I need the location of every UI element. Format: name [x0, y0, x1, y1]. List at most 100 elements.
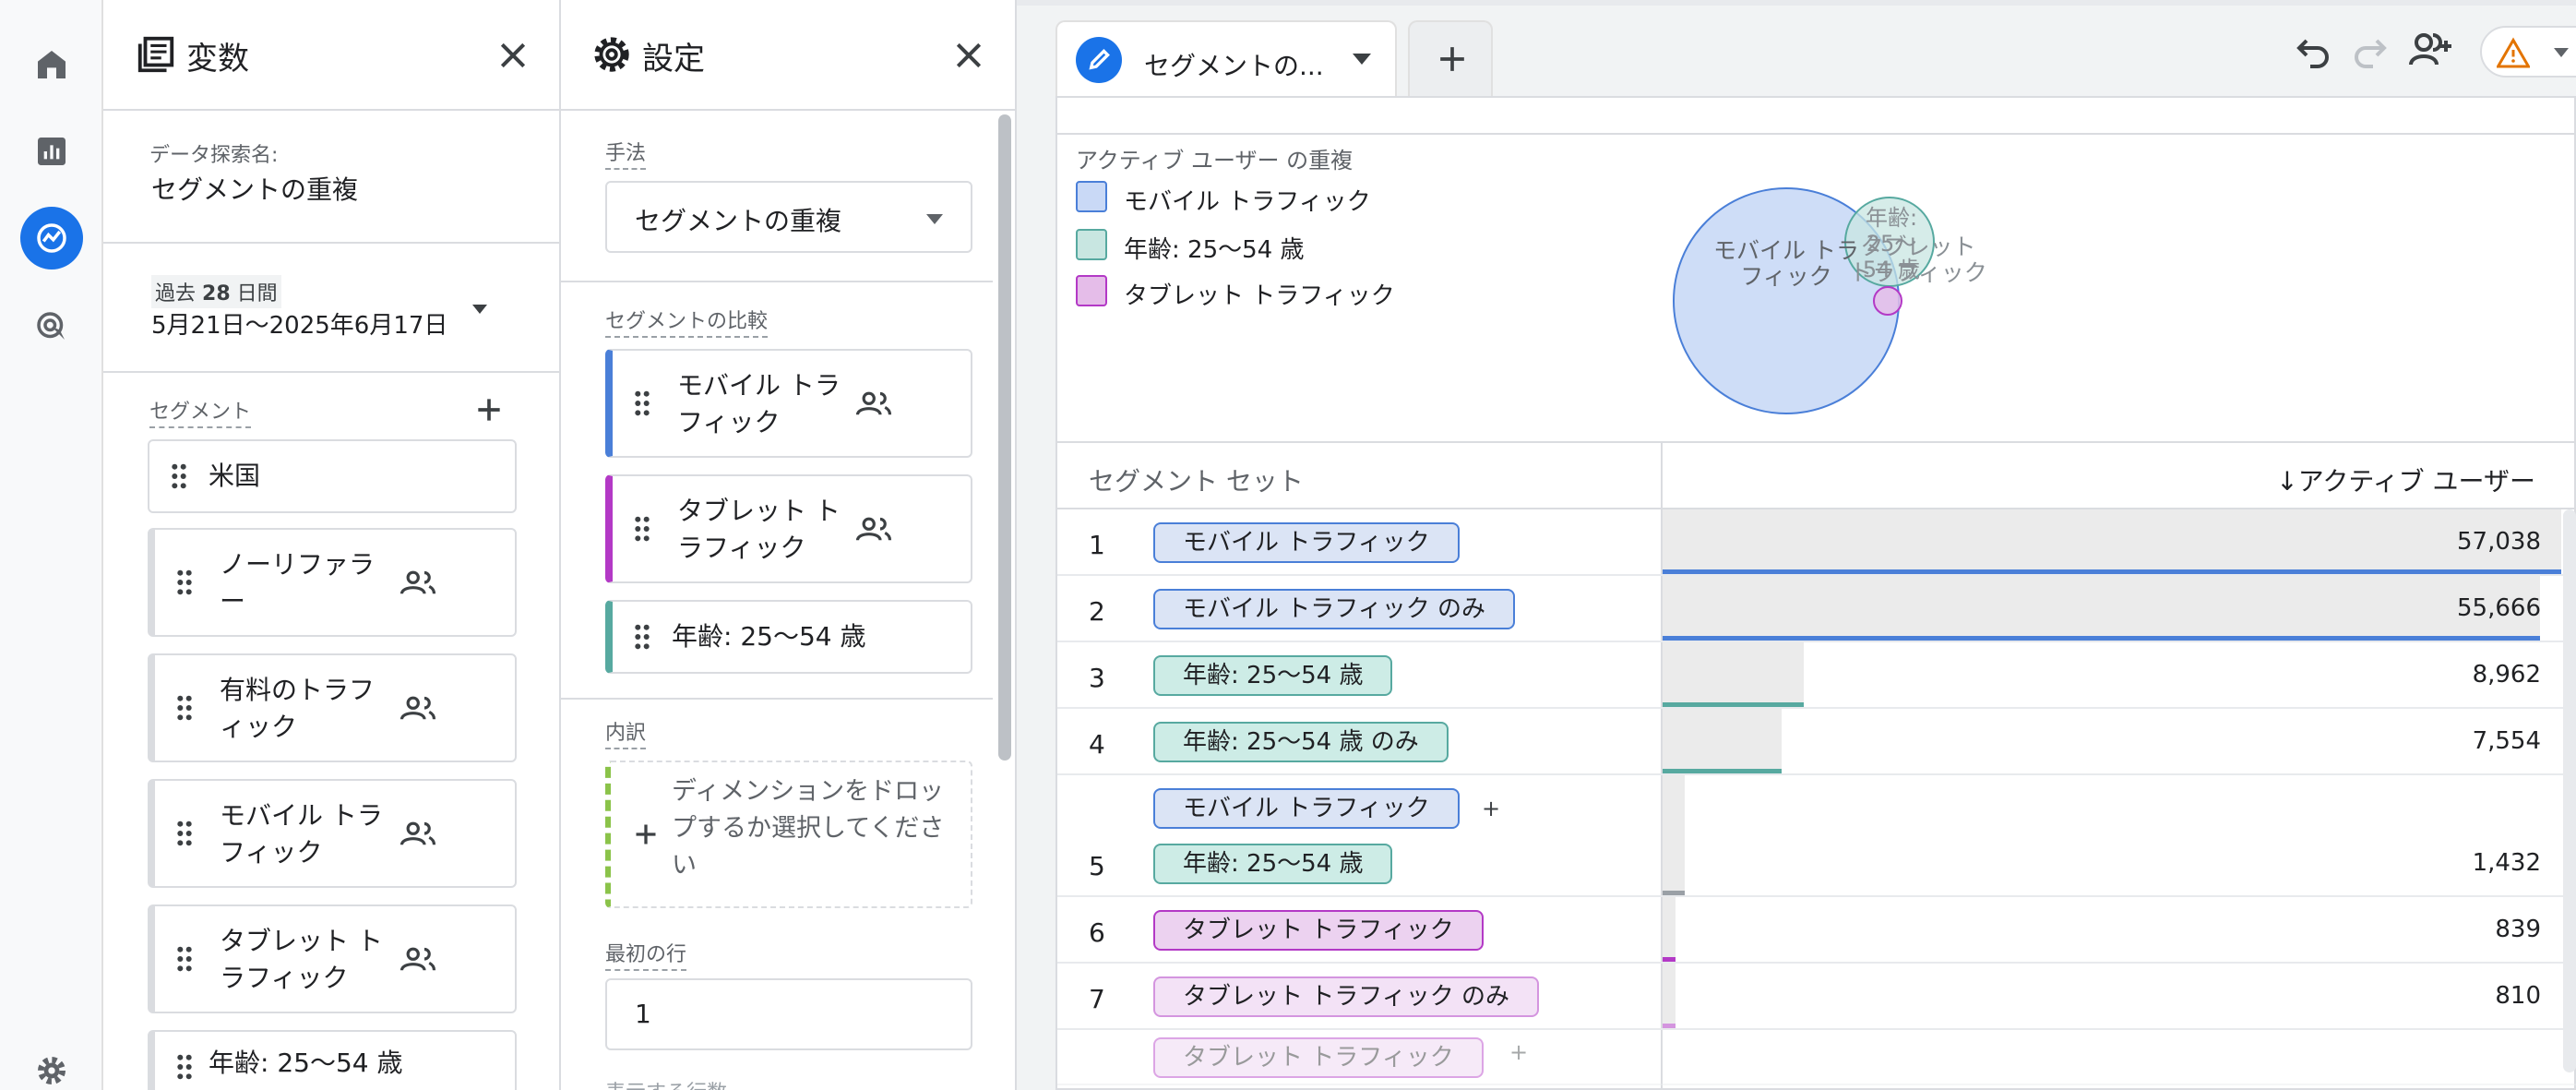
segment-chip[interactable]: 米国 [148, 439, 517, 513]
segment-chip[interactable]: モバイル トラフィック のみ [1153, 589, 1516, 629]
value-bar-background [1663, 642, 1804, 707]
people-icon [855, 517, 892, 541]
canvas-area: セグメントの... アクティブ ユーザー の重複 モバイル トラフィック 年齢:… [1017, 0, 2576, 1090]
chevron-down-icon [926, 214, 943, 224]
row-index: 2 [1089, 596, 1105, 627]
settings-scrollbar[interactable] [998, 114, 1011, 761]
add-icon[interactable] [629, 818, 662, 851]
column-header-segment-set[interactable]: セグメント セット [1089, 461, 1304, 498]
drag-handle-icon[interactable] [633, 389, 651, 417]
drag-handle-icon[interactable] [170, 462, 188, 490]
exploration-name[interactable]: セグメントの重複 [151, 170, 358, 207]
gear-icon[interactable] [20, 1039, 83, 1090]
divider [561, 281, 993, 282]
advertising-icon[interactable] [20, 295, 83, 358]
active-users-value: 55,666 [2457, 594, 2541, 622]
drag-handle-icon[interactable] [175, 694, 194, 722]
people-icon [855, 391, 892, 415]
drag-handle-icon[interactable] [633, 515, 651, 543]
close-variables-icon[interactable] [495, 37, 531, 74]
segment-chip[interactable]: ノーリファラー [148, 528, 517, 637]
segment-chip-label: 米国 [209, 461, 261, 491]
redo-icon[interactable] [2349, 28, 2393, 72]
date-range-value[interactable]: 5月21日〜2025年6月17日 [151, 306, 447, 341]
drag-handle-icon[interactable] [175, 945, 194, 973]
table-row[interactable]: 4 年齢: 25〜54 歳 のみ 7,554 [1057, 709, 2576, 775]
segment-chip[interactable]: 年齢: 25〜54 歳 [148, 1030, 517, 1090]
row-index: 1 [1089, 530, 1105, 560]
drag-handle-icon[interactable] [175, 569, 194, 596]
segment-chip[interactable]: モバイル トラフィック [148, 779, 517, 888]
compare-segment-age[interactable]: 年齢: 25〜54 歳 [605, 600, 972, 674]
share-add-user-icon[interactable] [2406, 28, 2456, 72]
undo-icon[interactable] [2290, 28, 2334, 72]
segment-chip[interactable]: モバイル トラフィック [1153, 788, 1460, 829]
breakdown-dropzone[interactable]: ディメンションをドロップするか選択してください [605, 761, 972, 908]
warning-button[interactable] [2480, 26, 2576, 78]
value-bar-background [1663, 964, 1676, 1028]
chevron-down-icon[interactable] [472, 305, 487, 314]
active-users-value: 8,962 [2472, 661, 2541, 689]
legend-label: モバイル トラフィック [1124, 188, 1371, 216]
table-row[interactable]: タブレット トラフィック + [1057, 1030, 2576, 1085]
drag-handle-icon[interactable] [175, 820, 194, 847]
explore-icon[interactable] [20, 207, 83, 270]
table-row[interactable]: 7 タブレット トラフィック のみ 810 [1057, 964, 2576, 1030]
segment-chip[interactable]: 有料のトラフィック [148, 653, 517, 762]
segment-chip[interactable]: モバイル トラフィック [1153, 522, 1460, 563]
segments-label: セグメント [149, 395, 252, 428]
segment-chip[interactable]: タブレット トラフィック [1153, 1037, 1484, 1078]
date-range-badge: 過去 28 日間 [151, 275, 281, 308]
chevron-down-icon[interactable] [1353, 54, 1371, 65]
settings-title: 設定 [642, 41, 705, 78]
divider [103, 242, 559, 244]
table-scrollbar[interactable] [2563, 509, 2576, 1072]
method-select[interactable]: セグメントの重複 [605, 181, 972, 253]
value-bar-background [1663, 709, 1782, 773]
reports-icon[interactable] [20, 120, 83, 183]
first-row-input[interactable]: 1 [605, 978, 972, 1050]
table-row[interactable]: 1 モバイル トラフィック 57,038 [1057, 509, 2576, 576]
variables-title: 変数 [186, 41, 249, 78]
row-index: 6 [1089, 917, 1105, 948]
row-index: 7 [1089, 984, 1105, 1014]
add-segment-icon[interactable] [471, 391, 507, 428]
table-row[interactable]: 6 タブレット トラフィック 839 [1057, 897, 2576, 964]
segment-chip[interactable]: タブレット トラフィック のみ [1153, 976, 1540, 1017]
breakdown-placeholder: ディメンションをドロップするか選択してください [672, 777, 945, 880]
value-bar [1663, 702, 1804, 707]
table-row[interactable]: 3 年齢: 25〜54 歳 8,962 [1057, 642, 2576, 709]
table-row[interactable]: 2 モバイル トラフィック のみ 55,666 [1057, 576, 2576, 642]
table-row[interactable]: 5 モバイル トラフィック + 年齢: 25〜54 歳 1,432 [1057, 775, 2576, 897]
value-bar [1663, 891, 1685, 895]
drag-handle-icon[interactable] [633, 623, 651, 651]
date-range-days: 28 [202, 282, 231, 305]
drag-handle-icon[interactable] [175, 1053, 194, 1081]
tab-label: セグメントの... [1144, 51, 1324, 81]
segment-chip[interactable]: 年齢: 25〜54 歳 のみ [1153, 722, 1449, 762]
divider [103, 371, 559, 373]
segment-chip-label: 年齢: 25〜54 歳 [209, 1048, 403, 1078]
column-header-active-users[interactable]: ↓アクティブ ユーザー [2276, 461, 2535, 498]
legend-label: タブレット トラフィック [1124, 282, 1395, 310]
compare-segment-mobile[interactable]: モバイル トラフィック [605, 349, 972, 458]
tab-segment-overlap[interactable]: セグメントの... [1055, 20, 1397, 96]
segment-chip[interactable]: 年齢: 25〜54 歳 [1153, 844, 1393, 884]
segment-chip[interactable]: 年齢: 25〜54 歳 [1153, 655, 1393, 696]
compare-segment-label: 年齢: 25〜54 歳 [672, 621, 866, 652]
add-tab-button[interactable] [1408, 20, 1493, 96]
plus-sign: + [1482, 796, 1501, 821]
value-bar [1663, 569, 2561, 574]
edit-pencil-icon[interactable] [1076, 37, 1122, 83]
venn-circle-tablet[interactable] [1873, 286, 1902, 316]
value-bar [1663, 636, 2540, 641]
segment-chip[interactable]: タブレット トラフィック [1153, 910, 1484, 951]
close-settings-icon[interactable] [950, 37, 987, 74]
home-icon[interactable] [20, 33, 83, 96]
date-range-suffix: 日間 [236, 282, 278, 305]
chevron-down-icon [2554, 48, 2569, 57]
table-header: セグメント セット ↓アクティブ ユーザー [1057, 441, 2576, 509]
value-bar [1663, 957, 1676, 962]
segment-chip[interactable]: タブレット トラフィック [148, 904, 517, 1013]
compare-segment-tablet[interactable]: タブレット トラフィック [605, 474, 972, 583]
